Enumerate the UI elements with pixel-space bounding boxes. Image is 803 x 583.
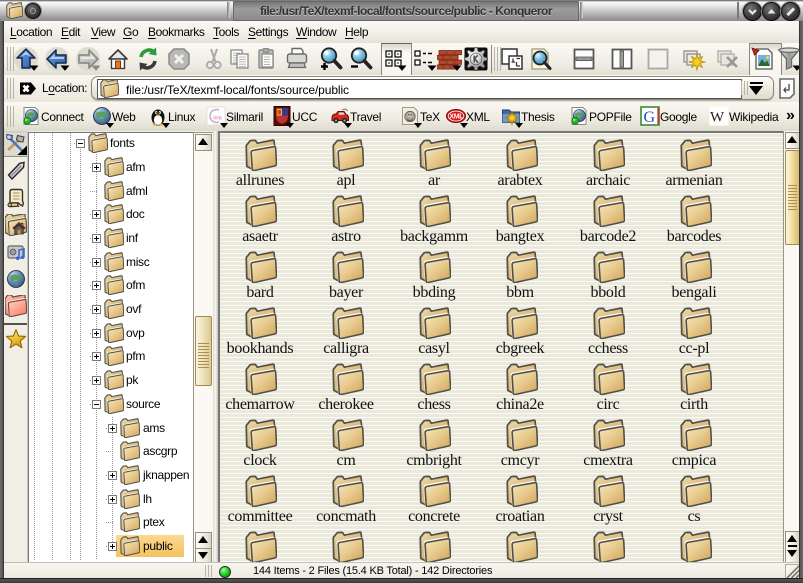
svg-text:W: W	[710, 110, 725, 126]
svg-text:4mk: 4mk	[213, 116, 222, 122]
svg-text:G: G	[644, 109, 656, 126]
svg-text:XML: XML	[449, 114, 464, 121]
